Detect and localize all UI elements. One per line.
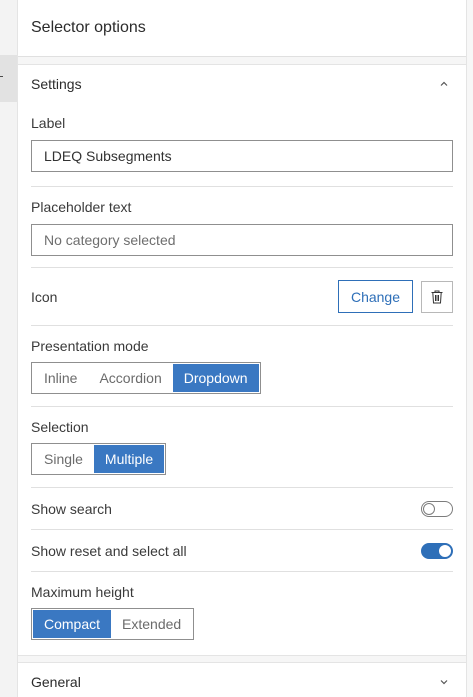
selection-single[interactable]: Single xyxy=(33,445,94,473)
chevron-down-icon[interactable] xyxy=(438,676,450,688)
left-side-tab[interactable] xyxy=(0,55,17,102)
maximum-height-label: Maximum height xyxy=(31,584,134,600)
left-side-strip xyxy=(0,0,18,697)
show-reset-toggle[interactable] xyxy=(421,542,453,559)
placeholder-field-label: Placeholder text xyxy=(31,199,132,215)
presentation-mode-label: Presentation mode xyxy=(31,338,149,354)
settings-section-title: Settings xyxy=(31,76,82,92)
selection-multiple[interactable]: Multiple xyxy=(93,445,165,473)
show-search-setting: Show search xyxy=(31,488,453,530)
show-reset-row: Show reset and select all xyxy=(31,530,453,571)
maximum-height-setting: Maximum height Compact Extended xyxy=(31,572,453,640)
section-divider xyxy=(18,57,466,65)
show-search-toggle[interactable] xyxy=(421,500,453,517)
show-search-label: Show search xyxy=(31,500,112,517)
icon-actions: Change xyxy=(337,280,453,313)
maximum-height-extended[interactable]: Extended xyxy=(111,610,192,638)
selection-label: Selection xyxy=(31,419,89,435)
general-section-title: General xyxy=(31,674,81,690)
presentation-mode-segmented-control: Inline Accordion Dropdown xyxy=(31,362,261,394)
icon-label: Icon xyxy=(31,288,58,305)
placeholder-input-placeholder: No category selected xyxy=(44,232,176,248)
trash-icon xyxy=(431,290,443,303)
left-tab-indicator xyxy=(0,76,3,77)
icon-row: Icon Change xyxy=(31,268,453,325)
change-icon-button[interactable]: Change xyxy=(337,280,413,313)
selector-options-panel: Selector options Settings Label LDEQ Sub… xyxy=(18,0,466,697)
presentation-mode-accordion[interactable]: Accordion xyxy=(88,364,172,392)
selection-setting: Selection Single Multiple xyxy=(31,407,453,488)
presentation-mode-setting: Presentation mode Inline Accordion Dropd… xyxy=(31,326,453,407)
toggle-knob xyxy=(439,544,451,557)
chevron-up-icon[interactable] xyxy=(438,78,450,90)
label-input[interactable]: LDEQ Subsegments xyxy=(31,140,453,172)
show-search-row: Show search xyxy=(31,488,453,529)
scrollbar-track[interactable] xyxy=(466,0,473,697)
presentation-mode-dropdown[interactable]: Dropdown xyxy=(172,364,259,392)
section-divider xyxy=(18,655,466,663)
maximum-height-compact[interactable]: Compact xyxy=(33,610,112,638)
general-section-header[interactable]: General xyxy=(18,664,466,697)
panel-header: Selector options xyxy=(18,0,466,57)
panel-title: Selector options xyxy=(31,19,146,36)
toggle-knob xyxy=(423,502,435,515)
icon-setting: Icon Change xyxy=(31,268,453,326)
presentation-mode-inline[interactable]: Inline xyxy=(33,364,88,392)
delete-icon-button[interactable] xyxy=(421,280,453,313)
show-reset-setting: Show reset and select all xyxy=(31,530,453,572)
placeholder-input[interactable]: No category selected xyxy=(31,224,453,256)
show-reset-label: Show reset and select all xyxy=(31,542,187,559)
settings-section-header[interactable]: Settings xyxy=(18,65,466,103)
label-setting: Label LDEQ Subsegments xyxy=(31,103,453,187)
label-input-value: LDEQ Subsegments xyxy=(44,148,172,164)
maximum-height-segmented-control: Compact Extended xyxy=(31,608,195,640)
label-field-label: Label xyxy=(31,115,66,131)
placeholder-setting: Placeholder text No category selected xyxy=(31,187,453,268)
selection-segmented-control: Single Multiple xyxy=(31,443,167,475)
